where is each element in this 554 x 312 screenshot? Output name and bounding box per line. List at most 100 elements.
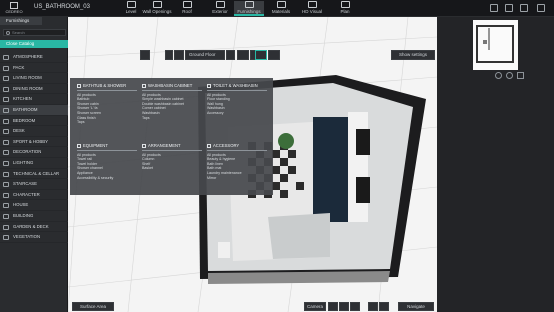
floor-up-icon[interactable] [174,50,184,60]
menu-column: ACCESSORY All products Beauty & hygiene Bat… [207,143,267,181]
minimap-plan [476,25,514,63]
toilet [218,242,230,258]
mirror [356,177,370,203]
category-icon [77,144,81,148]
sidebar-item-pack[interactable]: PACK [0,63,68,74]
sidebar-item-bedroom[interactable]: BEDROOM [0,116,68,127]
sidebar-item-decoration[interactable]: DECORATION [0,147,68,158]
menu-item[interactable]: Basket [142,166,202,171]
undo-button[interactable] [237,50,249,60]
sidebar-item-house[interactable]: HOUSE [0,200,68,211]
category-icon [3,161,9,166]
measure-tool-icon[interactable] [268,50,280,60]
search-input[interactable]: Search [3,29,66,36]
sidebar-item-vegetation[interactable]: VEGETATION [0,232,68,243]
menu-heading[interactable]: EQUIPMENT [77,143,137,151]
sidebar-item-atmosphere[interactable]: ATMOSPHERE [0,52,68,63]
category-icon [3,108,9,113]
toolbar-materials-button[interactable]: Materials [266,1,296,16]
menu-heading[interactable]: TOILET & WASHBASIN [207,83,267,91]
floor-down-icon[interactable] [165,50,173,60]
category-icon [207,84,211,88]
sidebar-item-lighting[interactable]: LIGHTING [0,158,68,169]
level-icon [126,1,136,8]
toolbar-label: Exterior [212,9,228,14]
sidebar-item-desk[interactable]: DESK [0,126,68,137]
sidebar-item-staircase[interactable]: STAIRCASE [0,179,68,190]
category-icon [3,129,9,135]
perspective-icon[interactable] [379,302,389,311]
minimap[interactable] [473,20,518,70]
sidebar-item-dining-room[interactable]: DINING ROOM [0,84,68,95]
sidebar-item-bathroom[interactable]: BATHROOM [0,105,68,116]
rotate-icon[interactable] [140,50,150,60]
menu-heading[interactable]: BATHTUB & SHOWER [77,83,137,91]
catalog-sidebar: Furnishings Search Close Catalog ATMOSPH… [0,17,68,312]
toolbar-hd-visual-button[interactable]: HD Visual [297,1,327,16]
close-catalog-button[interactable]: Close Catalog [0,40,68,48]
sidebar-item-kitchen[interactable]: KITCHEN [0,94,68,105]
menu-item[interactable]: Accessibility & security [77,176,137,181]
toolbar-plan-button[interactable]: Plan [330,1,360,16]
menu-item[interactable]: Taps [77,120,137,125]
sidebar-item-label: HOUSE [13,202,29,208]
toolbar-wall-openings-button[interactable]: Wall Openings [142,1,172,16]
help-icon[interactable] [490,4,498,12]
menu-item[interactable]: Accessory [207,111,267,116]
sidebar-item-garden-deck[interactable]: GARDEN & DECK [0,222,68,233]
sidebar-item-technical-cellar[interactable]: TECHNICAL & CELLAR [0,169,68,180]
navigate-button[interactable]: Navigate [398,302,434,311]
menu-item[interactable]: Mirror [207,176,267,181]
fit-view-icon[interactable] [517,72,524,79]
account-icon[interactable] [537,4,545,12]
category-icon [3,214,9,219]
toolbar-label: Plan [340,9,350,14]
category-icon [3,86,9,92]
sidebar-item-label: DINING ROOM [13,85,43,91]
logo-icon [10,2,18,9]
floor-select-chevron-icon[interactable] [226,50,235,60]
door-icon [152,1,162,8]
toolbar-exterior-button[interactable]: Exterior [205,1,235,16]
show-settings-button[interactable]: Show settings [391,50,435,60]
crosshair-icon[interactable] [368,302,378,311]
project-title[interactable]: US_BATHROOM_03 [34,4,90,10]
camera-icon [307,1,317,8]
surface-area-button[interactable]: Surface Area [72,302,114,311]
menu-heading[interactable]: ACCESSORY [207,143,267,151]
settings-icon[interactable] [520,4,528,12]
camera-icon[interactable] [328,302,338,311]
select-tool-icon[interactable] [255,50,267,60]
sidebar-item-sport-hobby[interactable]: SPORT & HOBBY [0,137,68,148]
menu-heading[interactable]: ARRANGEMENT [142,143,202,151]
sidebar-item-label: LIGHTING [13,160,34,165]
bathroom-mega-menu: BATHTUB & SHOWER All products Bathtub Showe… [70,78,273,195]
sidebar-item-character[interactable]: CHARACTER [0,190,68,201]
bottom-bar: Surface Area Camera Navigate [68,302,437,312]
category-icon [3,235,9,241]
camera-button[interactable]: Camera [304,302,326,311]
category-icon [3,182,9,188]
zoom-in-icon[interactable] [506,72,513,79]
view-3d-icon[interactable] [350,302,360,311]
toolbar-furnishings-button[interactable]: Furnishings [234,1,264,16]
sidebar-item-building[interactable]: BUILDING [0,211,68,222]
share-icon[interactable] [505,4,513,12]
bathtub [268,213,330,259]
toolbar-label: Level [125,9,137,14]
toolbar-label: HD Visual [302,9,322,14]
zoom-out-icon[interactable] [495,72,502,79]
floor-select[interactable]: Ground Floor [185,50,225,60]
sidebar-item-label: CHARACTER [13,191,40,197]
menu-heading-label: ACCESSORY [213,143,240,148]
menu-column: ARRANGEMENT All products Column Shelf Basket [142,143,202,171]
menu-heading[interactable]: WASHBASIN CABINET [142,83,202,91]
paint-icon [276,1,286,8]
app-logo[interactable]: CEDREO [4,2,24,16]
menu-item[interactable]: Taps [142,116,202,121]
walk-icon[interactable] [339,302,349,311]
sidebar-item-label: STAIRCASE [13,181,38,187]
toolbar-roof-button[interactable]: Roof [172,1,202,16]
tab-furnishings[interactable]: Furnishings [0,17,42,25]
sidebar-item-living-room[interactable]: LIVING ROOM [0,73,68,84]
